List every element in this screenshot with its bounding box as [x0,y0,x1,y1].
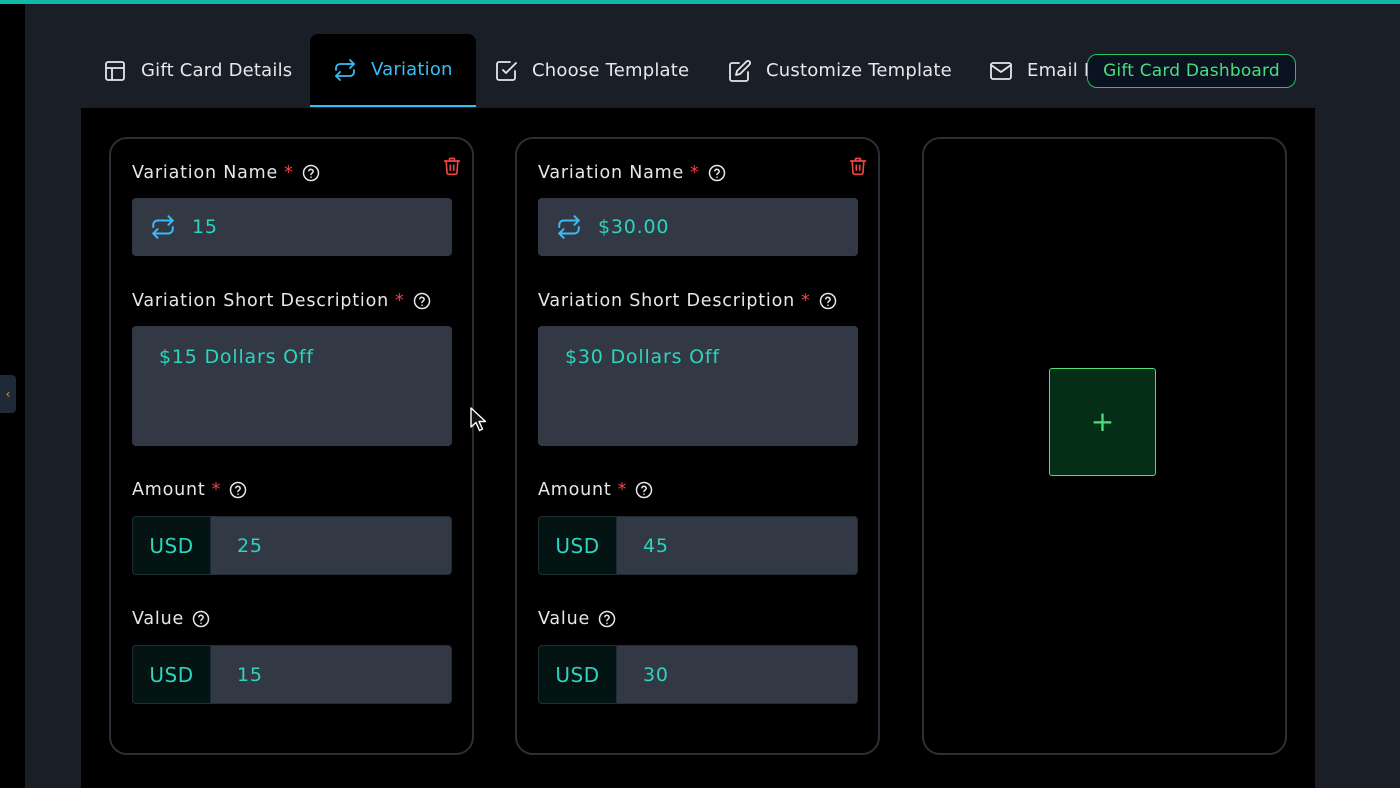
short-description-textarea[interactable]: $30 Dollars Off [538,326,858,446]
tab-variation[interactable]: Variation [310,34,476,107]
short-description-label: Variation Short Description * [132,291,431,311]
short-description-textarea[interactable]: $15 Dollars Off [132,326,452,446]
trash-icon[interactable] [848,155,868,177]
help-icon[interactable] [302,164,320,182]
add-variation-card: + [922,137,1287,755]
value-value[interactable]: 30 [617,646,857,703]
edit-icon [729,59,751,82]
help-icon[interactable] [708,164,726,182]
variation-name-input[interactable]: $30.00 [538,198,858,256]
amount-value[interactable]: 25 [211,517,451,574]
variation-name-input[interactable]: 15 [132,198,452,256]
tab-label: Variation [371,59,453,80]
currency-addon: USD [539,646,617,703]
value-input[interactable]: USD 30 [538,645,858,704]
required-asterisk: * [690,163,700,183]
amount-label: Amount * [538,480,653,500]
add-variation-button[interactable]: + [1049,368,1156,476]
help-icon[interactable] [635,481,653,499]
help-icon[interactable] [819,292,837,310]
required-asterisk: * [801,291,811,311]
gift-card-dashboard-button[interactable]: Gift Card Dashboard [1087,54,1296,88]
variation-name-value: 15 [192,216,218,238]
help-icon[interactable] [229,481,247,499]
mail-icon [990,61,1012,80]
repeat-icon [335,58,355,81]
currency-addon: USD [133,517,211,574]
tab-customize-template[interactable]: Customize Template [728,34,952,107]
value-value[interactable]: 15 [211,646,451,703]
tab-gift-card-details[interactable]: Gift Card Details [103,34,292,107]
tab-email[interactable]: Email N [989,34,1099,107]
amount-value[interactable]: 45 [617,517,857,574]
variation-name-label: Variation Name * [538,163,726,183]
required-asterisk: * [395,291,405,311]
amount-label: Amount * [132,480,247,500]
variations-panel: Variation Name * 15 Variation Short Desc… [81,108,1315,788]
value-input[interactable]: USD 15 [132,645,452,704]
variation-name-label: Variation Name * [132,163,320,183]
value-label: Value [132,609,210,629]
repeat-icon [558,215,580,239]
currency-addon: USD [539,517,617,574]
currency-addon: USD [133,646,211,703]
mouse-cursor-icon [470,407,487,432]
tab-label: Choose Template [532,60,690,81]
variation-card: Variation Name * 15 Variation Short Desc… [109,137,474,755]
checkbox-icon [496,60,517,81]
help-icon[interactable] [192,610,210,628]
sidebar-toggle-chevron-left-icon[interactable]: ‹ [0,375,16,413]
tab-choose-template[interactable]: Choose Template [494,34,689,107]
value-label: Value [538,609,616,629]
required-asterisk: * [211,480,222,500]
required-asterisk: * [617,480,628,500]
tab-label: Customize Template [766,60,952,81]
repeat-icon [152,215,174,239]
amount-input[interactable]: USD 25 [132,516,452,575]
layout-icon [105,60,125,81]
variation-card: Variation Name * $30.00 Variation Short … [515,137,880,755]
help-icon[interactable] [413,292,431,310]
tab-label: Gift Card Details [141,60,293,81]
amount-input[interactable]: USD 45 [538,516,858,575]
help-icon[interactable] [598,610,616,628]
trash-icon[interactable] [442,155,462,177]
plus-icon: + [1090,405,1115,438]
required-asterisk: * [284,163,294,183]
short-description-label: Variation Short Description * [538,291,837,311]
variation-name-value: $30.00 [598,216,670,238]
